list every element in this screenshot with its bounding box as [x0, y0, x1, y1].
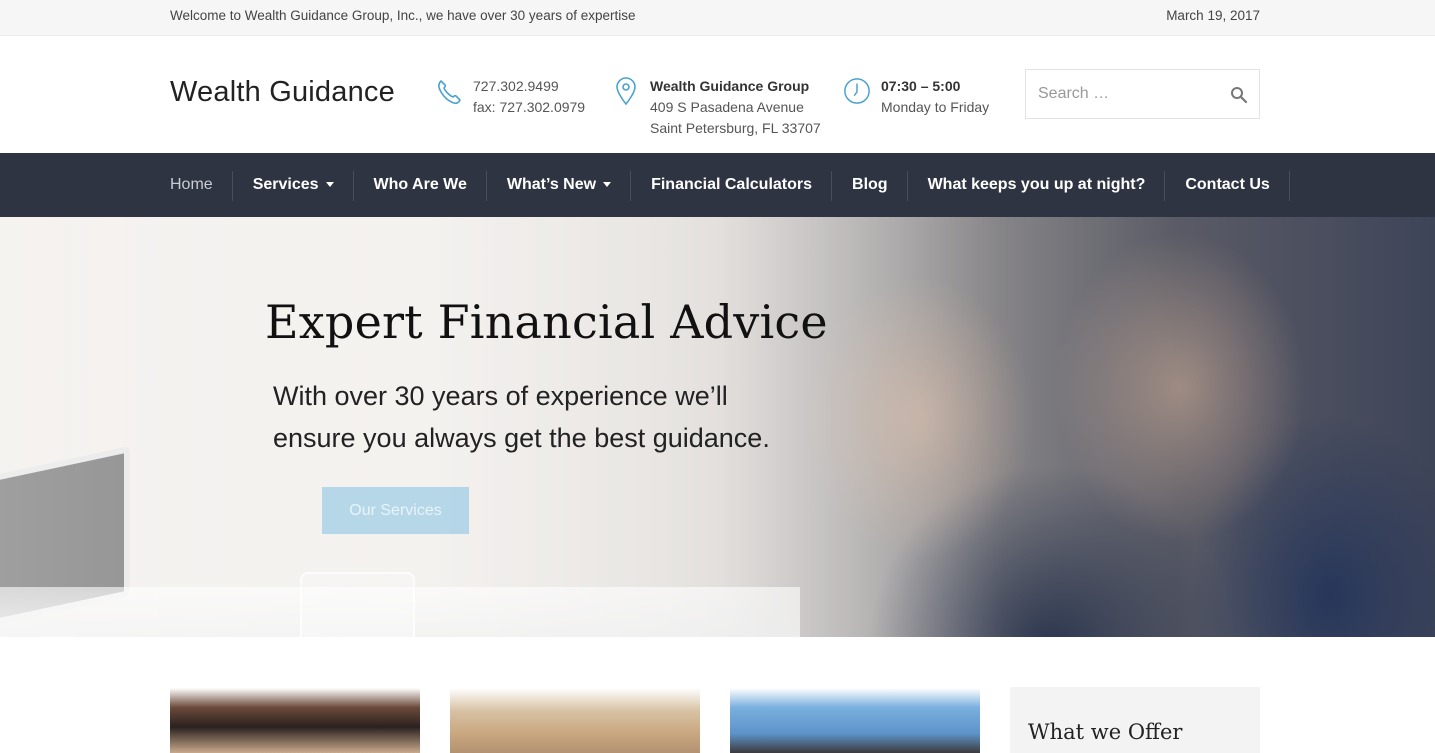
- nav-item-who-are-we[interactable]: Who Are We: [354, 153, 487, 217]
- welcome-message: Welcome to Wealth Guidance Group, Inc., …: [170, 8, 636, 23]
- nav-menu: Home Services Who Are We What’s New Financia…: [170, 153, 1290, 217]
- hero-subtitle: With over 30 years of experience we’ll e…: [273, 381, 770, 453]
- contact-address: Wealth Guidance Group 409 S Pasadena Ave…: [612, 76, 821, 139]
- nav-item-blog[interactable]: Blog: [832, 153, 908, 217]
- fax-number: fax: 727.302.0979: [473, 99, 586, 115]
- hours-time: 07:30 – 5:00: [881, 78, 961, 94]
- nav-item-label: Who Are We: [373, 176, 467, 193]
- hours-days: Monday to Friday: [881, 99, 990, 115]
- site-header: Wealth Guidance 727.302.9499 fax: 727.30…: [0, 36, 1435, 153]
- hero-banner: Expert Financial Advice With over 30 yea…: [0, 217, 1435, 637]
- nav-item-label: What keeps you up at night?: [927, 176, 1146, 193]
- site-logo[interactable]: Wealth Guidance: [170, 76, 395, 109]
- nav-item-what-s-new[interactable]: What’s New: [487, 153, 632, 217]
- nav-item-services[interactable]: Services: [233, 153, 354, 217]
- main-navigation: Home Services Who Are We What’s New Financia…: [0, 153, 1435, 217]
- business-hours: 07:30 – 5:00 Monday to Friday: [843, 76, 989, 118]
- nav-item-label: What’s New: [487, 176, 631, 194]
- nav-item-what-keeps-you-up-at-night[interactable]: What keeps you up at night?: [908, 153, 1166, 217]
- nav-item-label: Blog: [852, 176, 888, 193]
- service-card-image[interactable]: [450, 688, 700, 753]
- contact-phone: 727.302.9499 fax: 727.302.0979: [435, 76, 585, 118]
- street-address: 409 S Pasadena Avenue: [650, 99, 804, 115]
- caret-down-icon: [603, 182, 612, 188]
- hero-title: Expert Financial Advice: [265, 295, 828, 349]
- caret-down-icon: [325, 182, 334, 188]
- nav-item-label: Contact Us: [1185, 176, 1270, 193]
- top-bar: Welcome to Wealth Guidance Group, Inc., …: [0, 0, 1435, 36]
- clock-icon: [844, 78, 870, 104]
- nav-item-label: Home: [170, 176, 213, 193]
- search-box: [1025, 69, 1260, 119]
- company-name: Wealth Guidance Group: [650, 78, 810, 94]
- our-services-button[interactable]: Our Services: [322, 487, 469, 534]
- nav-divider: [1288, 171, 1290, 201]
- service-card-image[interactable]: [170, 688, 420, 753]
- search-input[interactable]: [1026, 70, 1216, 118]
- search-icon[interactable]: [1229, 85, 1249, 105]
- sidebar-widget: What we Offer: [1010, 687, 1260, 753]
- map-pin-icon: [616, 77, 636, 106]
- phone-number[interactable]: 727.302.9499: [473, 76, 585, 97]
- nav-item-contact-us[interactable]: Contact Us: [1165, 153, 1290, 217]
- current-date: March 19, 2017: [1166, 8, 1260, 23]
- sidebar-title: What we Offer: [1028, 720, 1183, 744]
- nav-item-home[interactable]: Home: [170, 153, 233, 217]
- nav-item-financial-calculators[interactable]: Financial Calculators: [631, 153, 833, 217]
- nav-item-label: Financial Calculators: [651, 176, 813, 193]
- service-card-image[interactable]: [730, 688, 980, 753]
- phone-icon: [438, 80, 461, 105]
- nav-item-label: Services: [233, 176, 354, 194]
- city-address: Saint Petersburg, FL 33707: [650, 120, 821, 136]
- nav-item-text: Services: [252, 176, 319, 193]
- nav-item-text: What’s New: [506, 176, 597, 193]
